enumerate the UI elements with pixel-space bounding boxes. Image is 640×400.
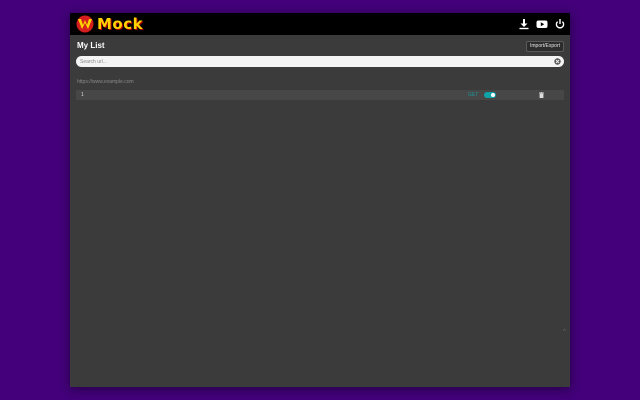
rule-id: 1 — [81, 92, 84, 98]
logo-text: Mock — [97, 15, 144, 33]
rule-toggle[interactable] — [484, 92, 496, 98]
top-bar: Mock — [70, 13, 570, 35]
youtube-icon[interactable] — [536, 18, 548, 30]
power-icon[interactable] — [554, 18, 566, 30]
scroll-top-button[interactable]: ^ — [563, 329, 566, 335]
search-bar — [76, 56, 564, 67]
rule-method: GET — [468, 92, 479, 98]
download-icon[interactable] — [518, 18, 530, 30]
app-window: Mock My List Import/Export https://www — [70, 13, 570, 387]
trash-icon[interactable] — [539, 92, 544, 98]
logo-icon — [76, 15, 94, 33]
rule-row[interactable]: 1 GET — [76, 90, 564, 100]
group-url[interactable]: https://www.example.com — [77, 79, 134, 85]
toggle-knob — [491, 93, 495, 97]
header-actions — [518, 18, 566, 30]
import-export-button[interactable]: Import/Export — [525, 41, 564, 52]
page-title: My List — [77, 41, 105, 50]
search-input[interactable] — [80, 56, 540, 67]
clear-search-icon[interactable] — [554, 58, 561, 65]
